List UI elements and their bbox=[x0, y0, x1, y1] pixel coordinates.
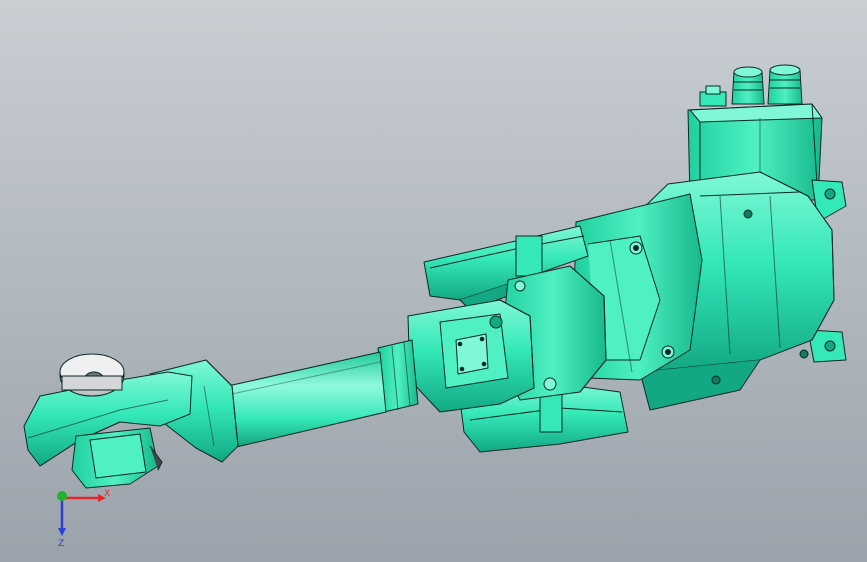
access-cover-plate bbox=[455, 333, 489, 375]
small-connector bbox=[699, 85, 727, 107]
tool-flange bbox=[59, 353, 125, 397]
z-axis-arrowhead bbox=[58, 528, 66, 536]
z-axis-label: Z bbox=[58, 539, 64, 549]
cable-gland-left bbox=[731, 66, 765, 105]
cable-gland-right bbox=[767, 64, 803, 105]
y-axis-dot bbox=[57, 491, 67, 501]
x-axis-label: X bbox=[104, 489, 110, 499]
cad-viewport[interactable]: X Y Z bbox=[0, 0, 867, 562]
robot-arm-model[interactable]: X Y Z bbox=[0, 0, 867, 562]
axis-triad: X Y Z bbox=[57, 489, 110, 549]
forearm-tube[interactable] bbox=[227, 351, 387, 449]
end-effector-motor[interactable] bbox=[71, 427, 163, 489]
